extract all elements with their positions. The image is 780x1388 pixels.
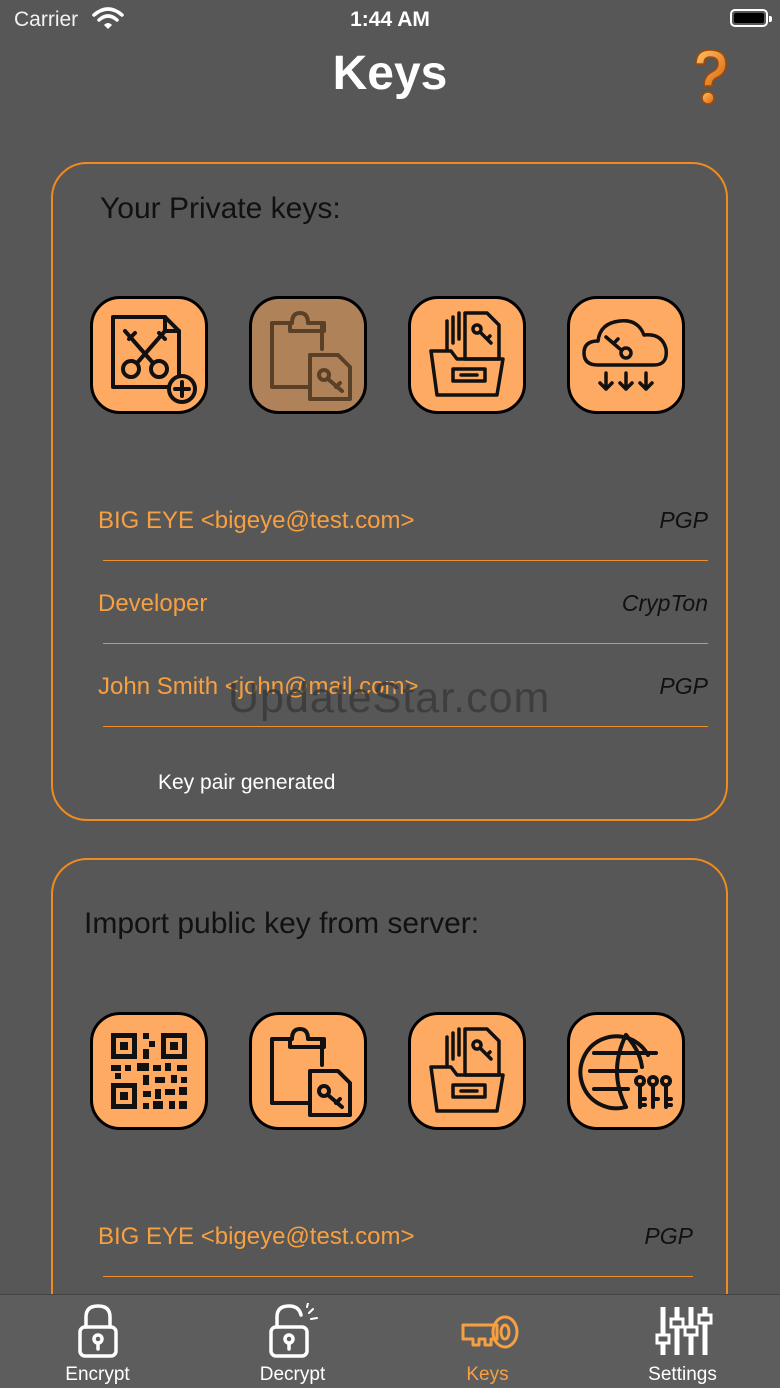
generate-key-icon bbox=[111, 315, 197, 404]
private-key-row[interactable]: Developer CrypTon bbox=[98, 562, 708, 644]
key-type: PGP bbox=[659, 507, 708, 533]
paste-key-icon bbox=[270, 1027, 352, 1117]
status-bar: Carrier 1:44 AM bbox=[0, 0, 780, 40]
keyserver-button[interactable] bbox=[567, 1012, 685, 1130]
key-type: CrypTon bbox=[621, 590, 708, 616]
key-icon bbox=[461, 1315, 518, 1349]
watermark: UpdateStar.com bbox=[228, 674, 551, 722]
tab-label: Settings bbox=[648, 1364, 717, 1385]
separator bbox=[103, 643, 708, 644]
key-type: PGP bbox=[659, 673, 708, 699]
public-key-row[interactable]: BIG EYE <bigeye@test.com> PGP bbox=[98, 1195, 693, 1277]
question-mark-icon[interactable] bbox=[688, 46, 732, 108]
lock-icon bbox=[77, 1304, 118, 1358]
tab-encrypt[interactable]: Encrypt bbox=[0, 1295, 195, 1388]
key-name: BIG EYE <bigeye@test.com> bbox=[98, 1223, 415, 1250]
globe-keys-icon bbox=[578, 1033, 673, 1111]
cloud-download-key-button[interactable] bbox=[567, 296, 685, 414]
qr-code-icon bbox=[111, 1033, 187, 1109]
import-file-key-button[interactable] bbox=[408, 296, 526, 414]
generate-key-button[interactable] bbox=[90, 296, 208, 414]
paste-public-key-button[interactable] bbox=[249, 1012, 367, 1130]
private-key-row[interactable]: BIG EYE <bigeye@test.com> PGP bbox=[98, 479, 708, 561]
key-name: Developer bbox=[98, 590, 208, 617]
separator bbox=[103, 726, 708, 727]
sliders-icon bbox=[655, 1307, 712, 1355]
import-public-file-button[interactable] bbox=[408, 1012, 526, 1130]
tab-bar: Encrypt Decrypt Keys Settings bbox=[0, 1294, 780, 1388]
import-file-key-icon bbox=[429, 1027, 505, 1113]
page-title: Keys bbox=[332, 47, 448, 100]
tab-label: Decrypt bbox=[259, 1364, 326, 1385]
tab-label: Encrypt bbox=[65, 1364, 130, 1385]
key-name: BIG EYE <bigeye@test.com> bbox=[98, 507, 415, 534]
import-file-key-icon bbox=[429, 311, 505, 397]
public-keys-heading: Import public key from server: bbox=[84, 907, 480, 940]
status-message: Key pair generated bbox=[158, 771, 336, 794]
paste-key-icon bbox=[270, 311, 352, 401]
scan-qr-button[interactable] bbox=[90, 1012, 208, 1130]
battery-icon bbox=[730, 9, 772, 27]
unlock-icon bbox=[268, 1303, 318, 1358]
paste-key-button[interactable] bbox=[249, 296, 367, 414]
separator bbox=[103, 560, 708, 561]
tab-settings[interactable]: Settings bbox=[585, 1295, 780, 1388]
cloud-download-key-icon bbox=[582, 319, 668, 391]
clock: 1:44 AM bbox=[350, 8, 430, 31]
tab-decrypt[interactable]: Decrypt bbox=[195, 1295, 390, 1388]
tab-keys[interactable]: Keys bbox=[390, 1295, 585, 1388]
tab-label: Keys bbox=[466, 1364, 509, 1385]
key-type: PGP bbox=[644, 1223, 693, 1249]
separator bbox=[103, 1276, 693, 1277]
private-keys-heading: Your Private keys: bbox=[100, 192, 341, 225]
